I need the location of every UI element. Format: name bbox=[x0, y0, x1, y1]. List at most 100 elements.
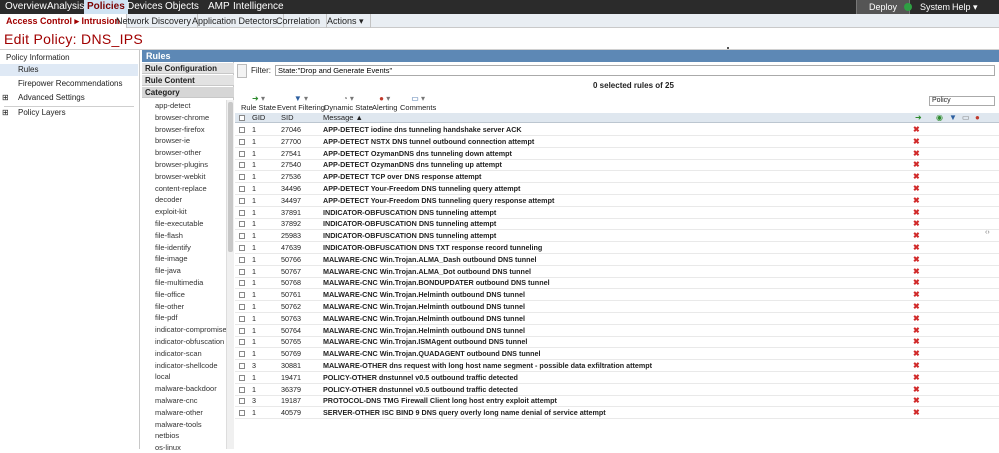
column-event-filter-icon[interactable]: ▼ bbox=[949, 113, 957, 123]
row-checkbox[interactable] bbox=[239, 256, 245, 263]
category-item[interactable]: indicator-compromise bbox=[155, 324, 227, 335]
drop-and-generate-events-icon[interactable]: ✖ bbox=[913, 336, 920, 348]
table-row[interactable]: 1 27700 APP-DETECT NSTX DNS tunnel outboun… bbox=[235, 136, 999, 148]
row-message[interactable]: INDICATOR-OBFUSCATION DNS tunneling atte… bbox=[323, 207, 496, 219]
system-menu[interactable]: System bbox=[920, 0, 950, 14]
row-checkbox[interactable] bbox=[239, 327, 245, 334]
drop-and-generate-events-icon[interactable]: ✖ bbox=[913, 230, 920, 242]
table-row[interactable]: 1 19471 POLICY-OTHER dnstunnel v0.5 outbou… bbox=[235, 372, 999, 384]
table-row[interactable]: 1 27541 APP-DETECT OzymanDNS dns tunneling… bbox=[235, 148, 999, 160]
row-message[interactable]: APP-DETECT iodine dns tunneling handshak… bbox=[323, 124, 522, 136]
category-scrollbar[interactable] bbox=[226, 100, 234, 449]
category-item[interactable]: netbios bbox=[155, 430, 179, 441]
category-item[interactable]: file-flash bbox=[155, 230, 183, 241]
drop-and-generate-events-icon[interactable]: ✖ bbox=[913, 183, 920, 195]
row-checkbox[interactable] bbox=[239, 138, 245, 145]
row-checkbox[interactable] bbox=[239, 292, 245, 299]
category-item[interactable]: indicator-shellcode bbox=[155, 360, 218, 371]
row-message[interactable]: APP-DETECT Your-Freedom DNS tunneling qu… bbox=[323, 183, 520, 195]
leftnav-policy-layers[interactable]: ⊞ Policy Layers bbox=[0, 107, 138, 119]
row-checkbox[interactable] bbox=[239, 304, 245, 310]
category-item[interactable]: browser-other bbox=[155, 147, 201, 158]
leftnav-rules[interactable]: Rules bbox=[0, 64, 138, 76]
table-row[interactable]: 1 34497 APP-DETECT Your-Freedom DNS tunnel… bbox=[235, 195, 999, 207]
row-message[interactable]: MALWARE-CNC Win.Trojan.ALMA_Dot outbound… bbox=[323, 266, 531, 278]
drop-and-generate-events-icon[interactable]: ✖ bbox=[913, 301, 920, 313]
column-gid[interactable]: GID bbox=[252, 113, 265, 123]
category-item[interactable]: file-other bbox=[155, 301, 184, 312]
category-item[interactable]: file-multimedia bbox=[155, 277, 203, 288]
row-checkbox[interactable] bbox=[239, 245, 245, 251]
drop-and-generate-events-icon[interactable]: ✖ bbox=[913, 360, 920, 372]
row-checkbox[interactable] bbox=[239, 127, 245, 133]
leftnav-firepower-recommendations[interactable]: Firepower Recommendations bbox=[0, 78, 138, 90]
table-row[interactable]: 1 37892 INDICATOR-OBFUSCATION DNS tunnelin… bbox=[235, 218, 999, 231]
row-checkbox[interactable] bbox=[239, 150, 245, 157]
category-item[interactable]: browser-firefox bbox=[155, 124, 205, 135]
subnav-correlation[interactable]: Correlation bbox=[270, 14, 328, 28]
section-rule-content[interactable]: Rule Content bbox=[142, 75, 234, 86]
table-row[interactable]: 3 19187 PROTOCOL-DNS TMG Firewall Client l… bbox=[235, 395, 999, 408]
row-message[interactable]: MALWARE-CNC Win.Trojan.QUADAGENT outboun… bbox=[323, 348, 541, 360]
row-message[interactable]: SERVER-OTHER ISC BIND 9 DNS query overly… bbox=[323, 407, 606, 419]
drop-and-generate-events-icon[interactable]: ✖ bbox=[913, 266, 920, 278]
row-checkbox[interactable] bbox=[239, 197, 245, 204]
row-checkbox[interactable] bbox=[239, 410, 245, 417]
category-item[interactable]: browser-ie bbox=[155, 135, 190, 146]
row-message[interactable]: MALWARE-CNC Win.Trojan.Helminth outbound… bbox=[323, 325, 525, 337]
category-item[interactable]: file-java bbox=[155, 265, 181, 276]
event-filtering-button[interactable]: ▼ ▾ Event Filtering bbox=[277, 95, 325, 113]
row-checkbox[interactable] bbox=[239, 186, 245, 192]
row-message[interactable]: INDICATOR-OBFUSCATION DNS tunneling atte… bbox=[323, 230, 496, 242]
column-dynamic-state-icon[interactable]: ◉ bbox=[936, 113, 943, 123]
alerting-button[interactable]: ● ▾ Alerting bbox=[372, 95, 397, 113]
row-message[interactable]: MALWARE-CNC Win.Trojan.Helminth outbound… bbox=[323, 301, 525, 313]
row-message[interactable]: INDICATOR-OBFUSCATION DNS tunneling atte… bbox=[323, 218, 496, 230]
row-checkbox[interactable] bbox=[239, 351, 245, 358]
row-message[interactable]: MALWARE-CNC Win.Trojan.ALMA_Dash outboun… bbox=[323, 254, 537, 266]
table-row[interactable]: 1 34496 APP-DETECT Your-Freedom DNS tunnel… bbox=[235, 183, 999, 195]
row-message[interactable]: POLICY-OTHER dnstunnel v0.5 outbound tra… bbox=[323, 384, 518, 396]
drop-and-generate-events-icon[interactable]: ✖ bbox=[913, 325, 920, 337]
help-menu[interactable]: Help ▾ bbox=[952, 0, 978, 14]
leftnav-advanced-settings[interactable]: ⊞ Advanced Settings bbox=[0, 92, 138, 104]
expand-icon[interactable]: ⊞ bbox=[2, 92, 9, 104]
category-item[interactable]: decoder bbox=[155, 194, 182, 205]
category-item[interactable]: local bbox=[155, 371, 170, 382]
drop-and-generate-events-icon[interactable]: ✖ bbox=[913, 195, 920, 207]
category-item[interactable]: indicator-obfuscation bbox=[155, 336, 224, 347]
drop-and-generate-events-icon[interactable]: ✖ bbox=[913, 277, 920, 289]
category-item[interactable]: browser-chrome bbox=[155, 112, 209, 123]
table-row[interactable]: 1 50763 MALWARE-CNC Win.Trojan.Helminth ou… bbox=[235, 313, 999, 325]
row-message[interactable]: APP-DETECT TCP over DNS response attempt bbox=[323, 171, 481, 183]
row-message[interactable]: APP-DETECT Your-Freedom DNS tunneling qu… bbox=[323, 195, 554, 207]
table-row[interactable]: 1 50766 MALWARE-CNC Win.Trojan.ALMA_Dash o… bbox=[235, 254, 999, 266]
row-message[interactable]: PROTOCOL-DNS TMG Firewall Client long ho… bbox=[323, 395, 557, 407]
table-row[interactable]: 1 50767 MALWARE-CNC Win.Trojan.ALMA_Dot ou… bbox=[235, 266, 999, 278]
subnav-network-discovery[interactable]: Network Discovery bbox=[110, 14, 199, 28]
row-message[interactable]: MALWARE-CNC Win.Trojan.Helminth outbound… bbox=[323, 313, 525, 325]
section-category[interactable]: Category bbox=[142, 87, 234, 98]
row-message[interactable]: MALWARE-CNC Win.Trojan.BONDUPDATER outbo… bbox=[323, 277, 550, 289]
category-item[interactable]: content-replace bbox=[155, 183, 207, 194]
row-checkbox[interactable] bbox=[239, 386, 245, 393]
category-item[interactable]: app-detect bbox=[155, 100, 190, 111]
row-checkbox[interactable] bbox=[239, 363, 245, 369]
category-item[interactable]: malware-other bbox=[155, 407, 203, 418]
table-row[interactable]: 1 50768 MALWARE-CNC Win.Trojan.BONDUPDATER… bbox=[235, 277, 999, 290]
health-status-icon[interactable] bbox=[904, 3, 912, 11]
column-alerting-icon[interactable]: ● bbox=[975, 113, 980, 123]
nav-objects[interactable]: Objects bbox=[162, 0, 202, 14]
nav-overview[interactable]: Overview bbox=[2, 0, 50, 14]
drop-and-generate-events-icon[interactable]: ✖ bbox=[913, 171, 920, 183]
drop-and-generate-events-icon[interactable]: ✖ bbox=[913, 159, 920, 171]
filter-panel-toggle[interactable] bbox=[237, 64, 247, 78]
deploy-button[interactable]: Deploy bbox=[856, 0, 911, 14]
subnav-access-control-intrusion[interactable]: Access Control ▸ Intrusion bbox=[0, 14, 128, 28]
category-item[interactable]: browser-plugins bbox=[155, 159, 208, 170]
category-item[interactable]: browser-webkit bbox=[155, 171, 205, 182]
table-row[interactable]: 3 30881 MALWARE-OTHER dns request with lon… bbox=[235, 360, 999, 372]
nav-policies[interactable]: Policies bbox=[84, 0, 128, 14]
table-row[interactable]: 1 36379 POLICY-OTHER dnstunnel v0.5 outbou… bbox=[235, 384, 999, 396]
table-row[interactable]: 1 47639 INDICATOR-OBFUSCATION DNS TXT resp… bbox=[235, 242, 999, 254]
